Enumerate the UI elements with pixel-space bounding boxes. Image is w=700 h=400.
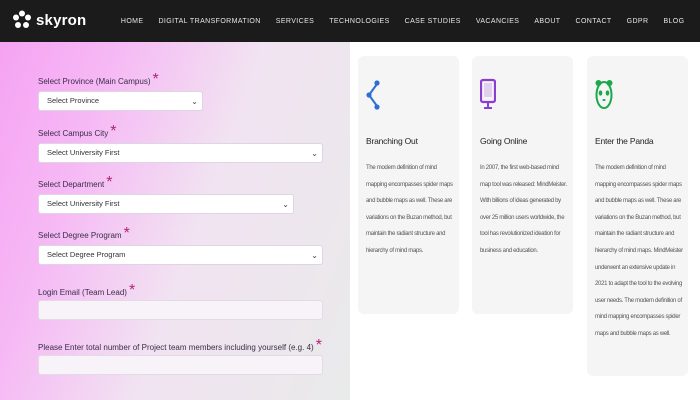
nav-services[interactable]: SERVICES bbox=[268, 18, 321, 25]
card-text: The modern definition of mind mapping en… bbox=[366, 165, 453, 254]
brand-name: skyron bbox=[36, 11, 87, 29]
login-email-label: Login Email (Team Lead) * bbox=[38, 282, 136, 299]
branch-icon bbox=[366, 78, 382, 117]
card-text: The modern definition of mind mapping en… bbox=[595, 165, 683, 337]
nav-blog[interactable]: BLOG bbox=[656, 18, 692, 25]
degree-label: Select Degree Program * bbox=[38, 225, 130, 242]
login-email-field[interactable] bbox=[38, 300, 323, 320]
chevron-down-icon: ⌄ bbox=[191, 97, 198, 106]
nav-gdpr[interactable]: GDPR bbox=[619, 18, 656, 25]
team-members-label: Please Enter total number of Project tea… bbox=[38, 337, 322, 354]
nav-technologies[interactable]: TECHNOLOGIES bbox=[322, 18, 397, 25]
required-mark: * bbox=[106, 174, 113, 191]
required-mark: * bbox=[315, 337, 322, 354]
required-mark: * bbox=[110, 123, 117, 140]
skyron-flower-icon bbox=[13, 10, 31, 28]
required-mark: * bbox=[123, 225, 130, 242]
panda-icon bbox=[595, 78, 613, 117]
province-select[interactable]: Select Province ⌄ bbox=[38, 91, 203, 111]
campus-city-label: Select Campus City * bbox=[38, 123, 117, 140]
nav-digital-transformation[interactable]: DIGITAL TRANSFORMATION bbox=[151, 18, 268, 25]
province-label: Select Province (Main Campus) * bbox=[38, 71, 159, 88]
nav-about[interactable]: ABOUT bbox=[527, 18, 568, 25]
nav-case-studies[interactable]: CASE STUDIES bbox=[397, 18, 468, 25]
required-mark: * bbox=[128, 282, 136, 299]
department-select[interactable]: Select University First ⌄ bbox=[38, 194, 294, 214]
nav-contact[interactable]: CONTACT bbox=[568, 18, 619, 25]
degree-select[interactable]: Select Degree Program ⌄ bbox=[38, 245, 323, 265]
card-text: In 2007, the first web-based mind map to… bbox=[480, 165, 567, 254]
chevron-down-icon: ⌄ bbox=[311, 149, 318, 158]
chevron-down-icon: ⌄ bbox=[311, 251, 318, 260]
main-nav: HOME DIGITAL TRANSFORMATION SERVICES TEC… bbox=[113, 0, 692, 42]
brand-logo[interactable]: skyron bbox=[12, 10, 86, 30]
top-navigation-bar: skyron HOME DIGITAL TRANSFORMATION SERVI… bbox=[0, 0, 700, 42]
department-label: Select Department * bbox=[38, 174, 113, 191]
card-going-online: Going Online In 2007, the first web-base… bbox=[472, 56, 573, 314]
campus-city-select[interactable]: Select University First ⌄ bbox=[38, 143, 323, 163]
team-members-field[interactable] bbox=[38, 355, 323, 375]
card-title: Enter the Panda bbox=[595, 136, 654, 146]
chevron-down-icon: ⌄ bbox=[282, 200, 289, 209]
card-title: Branching Out bbox=[366, 136, 418, 146]
card-branching-out: Branching Out The modern definition of m… bbox=[358, 56, 459, 314]
card-enter-the-panda: Enter the Panda The modern definition of… bbox=[587, 56, 688, 376]
required-mark: * bbox=[152, 71, 159, 88]
card-title: Going Online bbox=[480, 136, 528, 146]
nav-home[interactable]: HOME bbox=[113, 18, 151, 25]
nav-vacancies[interactable]: VACANCIES bbox=[468, 18, 527, 25]
monitor-icon bbox=[479, 78, 497, 117]
